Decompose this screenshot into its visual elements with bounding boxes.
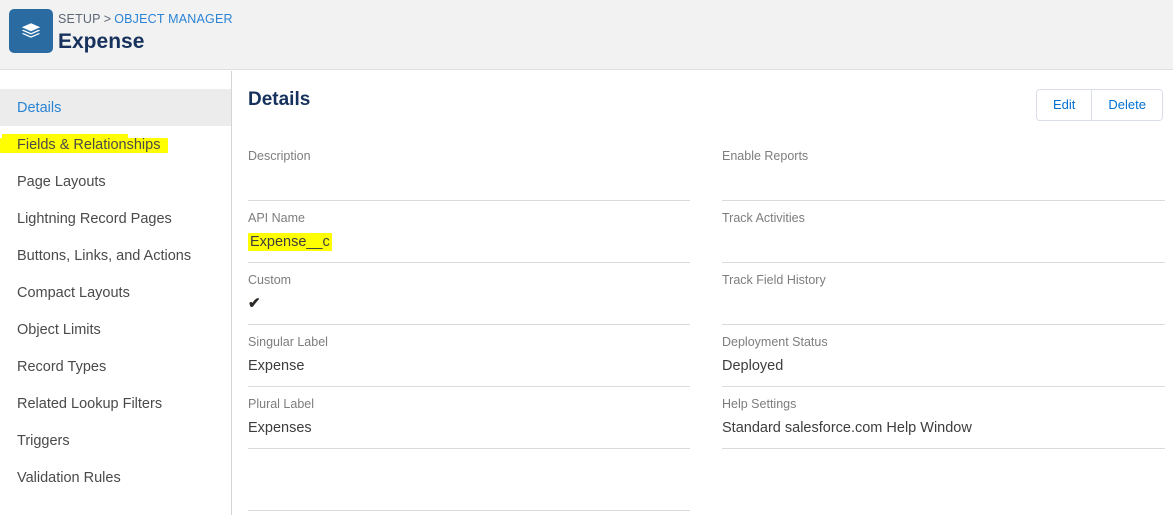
sidebar-item-label: Compact Layouts	[17, 284, 130, 301]
sidebar-item-validation-rules[interactable]: Validation Rules	[0, 459, 231, 496]
field-value	[248, 170, 690, 190]
main-content: Details Edit Delete Description API Name E…	[233, 71, 1173, 515]
field-label: Custom	[248, 273, 292, 287]
field-row: Plural Label Expenses	[248, 387, 690, 449]
field-row: Track Field History	[722, 263, 1165, 325]
sidebar-item-label: Object Limits	[17, 321, 101, 338]
sidebar-item-label: Page Layouts	[17, 173, 106, 190]
field-value: Expense__c	[248, 232, 690, 252]
sidebar-item-label: Details	[17, 99, 62, 116]
breadcrumb-setup: SETUP	[58, 12, 101, 26]
checkmark-icon: ✔	[248, 295, 261, 312]
field-row: Description	[248, 139, 690, 201]
field-value: Deployed	[722, 358, 784, 374]
field-value	[248, 464, 690, 484]
left-field-column: Description API Name Expense__c Custom ✔ Sing…	[248, 139, 690, 511]
field-label: Plural Label	[248, 397, 315, 411]
field-value: Standard salesforce.com Help Window	[722, 420, 972, 436]
sidebar-item-compact-layouts[interactable]: Compact Layouts	[0, 274, 231, 311]
field-label: Enable Reports	[722, 149, 809, 163]
breadcrumb-object-manager-link[interactable]: OBJECT MANAGER	[114, 12, 233, 26]
delete-button[interactable]: Delete	[1091, 90, 1162, 120]
sidebar-item-fields-relationships[interactable]: Fields & Relationships	[0, 126, 231, 163]
field-row: Enable Reports	[722, 139, 1165, 201]
sidebar-item-label: Lightning Record Pages	[17, 210, 172, 227]
field-row: Help Settings Standard salesforce.com Hel…	[722, 387, 1165, 449]
page-title: Expense	[58, 30, 145, 53]
field-value: Expense	[248, 358, 305, 374]
highlighted-value: Expense__c	[248, 233, 332, 251]
field-label: Help Settings	[722, 397, 797, 411]
sidebar-navigation: Details Fields & Relationships Page Layout…	[0, 71, 232, 515]
field-label: Deployment Status	[722, 335, 828, 349]
field-value	[722, 294, 1165, 314]
edit-button[interactable]: Edit	[1037, 90, 1092, 120]
layers-stack-icon	[9, 9, 53, 53]
field-row: API Name Expense__c	[248, 201, 690, 263]
sidebar-item-label: Buttons, Links, and Actions	[17, 247, 192, 264]
record-action-buttons: Edit Delete	[1036, 89, 1163, 121]
field-value	[722, 170, 1165, 190]
sidebar-item-object-limits[interactable]: Object Limits	[0, 311, 231, 348]
field-row: Deployment Status Deployed	[722, 325, 1165, 387]
field-label: Track Activities	[722, 211, 805, 225]
field-row	[248, 449, 690, 511]
highlight-annotation: Fields & Relationships	[0, 133, 169, 153]
page-header: SETUP > OBJECT MANAGER Expense	[0, 0, 1173, 70]
sidebar-item-label: Related Lookup Filters	[17, 395, 163, 412]
right-field-column: Enable Reports Track Activities Track Fiel…	[722, 139, 1165, 449]
sidebar-item-page-layouts[interactable]: Page Layouts	[0, 163, 231, 200]
sidebar-item-label: Triggers	[17, 432, 70, 449]
sidebar-item-lightning-record-pages[interactable]: Lightning Record Pages	[0, 200, 231, 237]
field-row: Track Activities	[722, 201, 1165, 263]
field-label: Singular Label	[248, 335, 328, 349]
sidebar-item-label: Fields & Relationships	[17, 136, 161, 153]
section-heading-details: Details	[248, 89, 311, 110]
sidebar-item-triggers[interactable]: Triggers	[0, 422, 231, 459]
breadcrumb: SETUP > OBJECT MANAGER	[58, 12, 233, 27]
field-label: Description	[248, 149, 311, 163]
sidebar-item-record-types[interactable]: Record Types	[0, 348, 231, 385]
sidebar-item-details[interactable]: Details	[0, 89, 231, 126]
breadcrumb-separator: >	[103, 12, 112, 26]
setup-object-manager-page: SETUP > OBJECT MANAGER Expense Details Fiel…	[0, 0, 1173, 515]
field-value: ✔	[248, 294, 690, 314]
field-row: Singular Label Expense	[248, 325, 690, 387]
field-label: Track Field History	[722, 273, 826, 287]
sidebar-item-label: Validation Rules	[17, 469, 121, 486]
field-label: API Name	[248, 211, 305, 225]
sidebar-item-label: Record Types	[17, 358, 107, 375]
sidebar-item-related-lookup-filters[interactable]: Related Lookup Filters	[0, 385, 231, 422]
field-value: Expenses	[248, 420, 312, 436]
field-value	[722, 232, 1165, 252]
sidebar-item-buttons-links-and-actions[interactable]: Buttons, Links, and Actions	[0, 237, 231, 274]
field-row: Custom ✔	[248, 263, 690, 325]
